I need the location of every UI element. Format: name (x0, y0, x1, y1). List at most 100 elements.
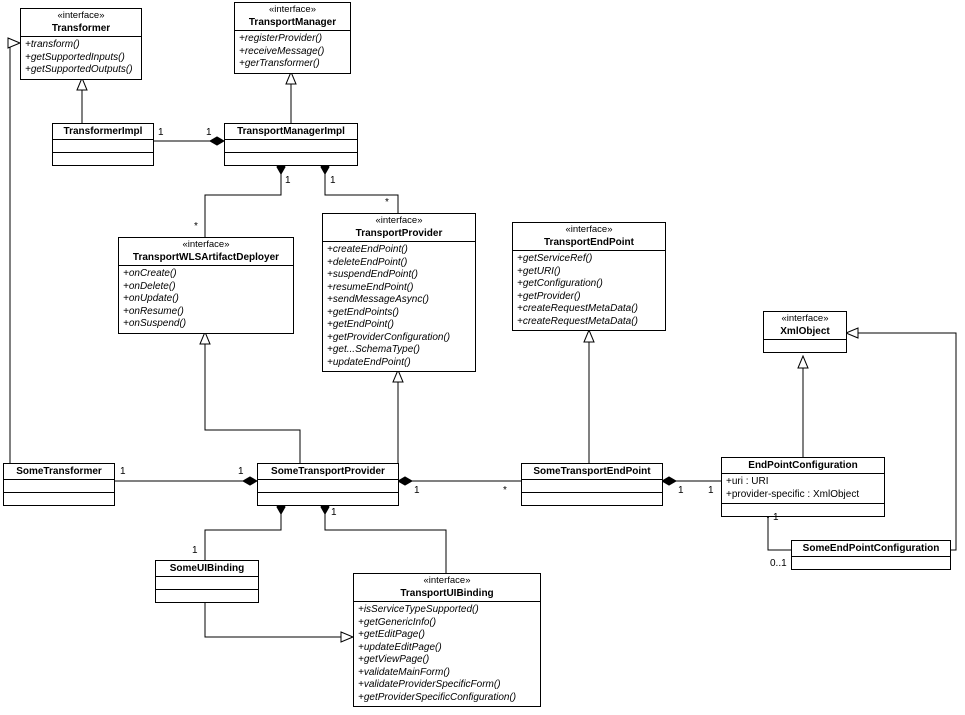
class-name: SomeUIBinding (156, 561, 258, 577)
op: +getEditPage() (358, 629, 536, 642)
op: +createEndPoint() (327, 244, 471, 257)
class-sometransformer: SomeTransformer (3, 463, 115, 506)
op: +createRequestMetaData() (517, 303, 661, 316)
class-transformerimpl: TransformerImpl (52, 123, 154, 166)
attrs (156, 577, 258, 590)
stereotype: «interface» (354, 574, 540, 586)
class-transportuibinding: «interface» TransportUIBinding +isServic… (353, 573, 541, 707)
mult: 1 (285, 175, 291, 186)
ops: +registerProvider() +receiveMessage() +g… (235, 31, 350, 73)
op: +getURI() (517, 266, 661, 279)
class-sometransportprovider: SomeTransportProvider (257, 463, 399, 506)
attrs (522, 480, 662, 493)
ops (53, 153, 153, 165)
class-transportmanager: «interface» TransportManager +registerPr… (234, 2, 351, 74)
op: +sendMessageAsync() (327, 294, 471, 307)
attr: +uri : URI (726, 476, 880, 489)
class-name: SomeEndPointConfiguration (792, 541, 950, 557)
ops: +createEndPoint() +deleteEndPoint() +sus… (323, 242, 475, 371)
stereotype: «interface» (513, 223, 665, 235)
class-name: TransportWLSArtifactDeployer (119, 250, 293, 266)
mult: 1 (192, 545, 198, 556)
class-name: TransportUIBinding (354, 586, 540, 602)
mult: * (385, 197, 389, 208)
op: +onDelete() (123, 281, 289, 294)
op: +getProviderSpecificConfiguration() (358, 692, 536, 705)
stereotype: «interface» (119, 238, 293, 250)
class-name: TransportEndPoint (513, 235, 665, 251)
attrs (792, 557, 950, 569)
mult: 1 (773, 512, 779, 523)
mult: 1 (120, 466, 126, 477)
op: +receiveMessage() (239, 46, 346, 59)
attrs (258, 480, 398, 493)
ops (156, 590, 258, 602)
op: +registerProvider() (239, 33, 346, 46)
class-name: EndPointConfiguration (722, 458, 884, 474)
mult: 1 (330, 175, 336, 186)
attrs: +uri : URI +provider-specific : XmlObjec… (722, 474, 884, 504)
op: +deleteEndPoint() (327, 257, 471, 270)
attrs (53, 140, 153, 153)
op: +updateEditPage() (358, 642, 536, 655)
op: +getViewPage() (358, 654, 536, 667)
class-name: SomeTransformer (4, 464, 114, 480)
class-transportprovider: «interface» TransportProvider +createEnd… (322, 213, 476, 372)
class-transformer: «interface» Transformer +transform() +ge… (20, 8, 142, 80)
class-name: TransformerImpl (53, 124, 153, 140)
op: +onSuspend() (123, 318, 289, 331)
ops: +transform() +getSupportedInputs() +getS… (21, 37, 141, 79)
class-twad: «interface» TransportWLSArtifactDeployer… (118, 237, 294, 334)
class-name: Transformer (21, 21, 141, 37)
ops: +isServiceTypeSupported() +getGenericInf… (354, 602, 540, 706)
op: +getEndPoint() (327, 319, 471, 332)
op: +getSupportedInputs() (25, 52, 137, 65)
op: +updateEndPoint() (327, 357, 471, 370)
ops: +onCreate() +onDelete() +onUpdate() +onR… (119, 266, 293, 333)
class-endpointconfiguration: EndPointConfiguration +uri : URI +provid… (721, 457, 885, 517)
op: +getProviderConfiguration() (327, 332, 471, 345)
ops (225, 153, 357, 165)
op: +onUpdate() (123, 293, 289, 306)
op: +onCreate() (123, 268, 289, 281)
op: +getServiceRef() (517, 253, 661, 266)
attrs (225, 140, 357, 153)
op: +get...SchemaType() (327, 344, 471, 357)
class-name: SomeTransportProvider (258, 464, 398, 480)
mult: 1 (331, 507, 337, 518)
op: +validateProviderSpecificForm() (358, 679, 536, 692)
op: +resumeEndPoint() (327, 282, 471, 295)
class-name: XmlObject (764, 324, 846, 340)
class-someuibinding: SomeUIBinding (155, 560, 259, 603)
class-name: TransportManager (235, 15, 350, 31)
mult: 1 (708, 485, 714, 496)
mult: 1 (206, 127, 212, 138)
stereotype: «interface» (764, 312, 846, 324)
op: +transform() (25, 39, 137, 52)
attr: +provider-specific : XmlObject (726, 489, 880, 502)
ops (258, 493, 398, 505)
class-transportmanagerimpl: TransportManagerImpl (224, 123, 358, 166)
op: +gerTransformer() (239, 58, 346, 71)
class-name: SomeTransportEndPoint (522, 464, 662, 480)
op: +createRequestMetaData() (517, 316, 661, 329)
stereotype: «interface» (323, 214, 475, 226)
attrs (4, 480, 114, 493)
ops (4, 493, 114, 505)
mult: 1 (414, 485, 420, 496)
op: +getConfiguration() (517, 278, 661, 291)
op: +validateMainForm() (358, 667, 536, 680)
class-sometransportendpoint: SomeTransportEndPoint (521, 463, 663, 506)
op: +onResume() (123, 306, 289, 319)
op: +getGenericInfo() (358, 617, 536, 630)
mult: 1 (158, 127, 164, 138)
op: +getProvider() (517, 291, 661, 304)
class-name: TransportProvider (323, 226, 475, 242)
mult: 1 (678, 485, 684, 496)
stereotype: «interface» (21, 9, 141, 21)
mult: * (194, 221, 198, 232)
class-name: TransportManagerImpl (225, 124, 357, 140)
ops: +getServiceRef() +getURI() +getConfigura… (513, 251, 665, 330)
mult: 1 (238, 466, 244, 477)
op: +isServiceTypeSupported() (358, 604, 536, 617)
